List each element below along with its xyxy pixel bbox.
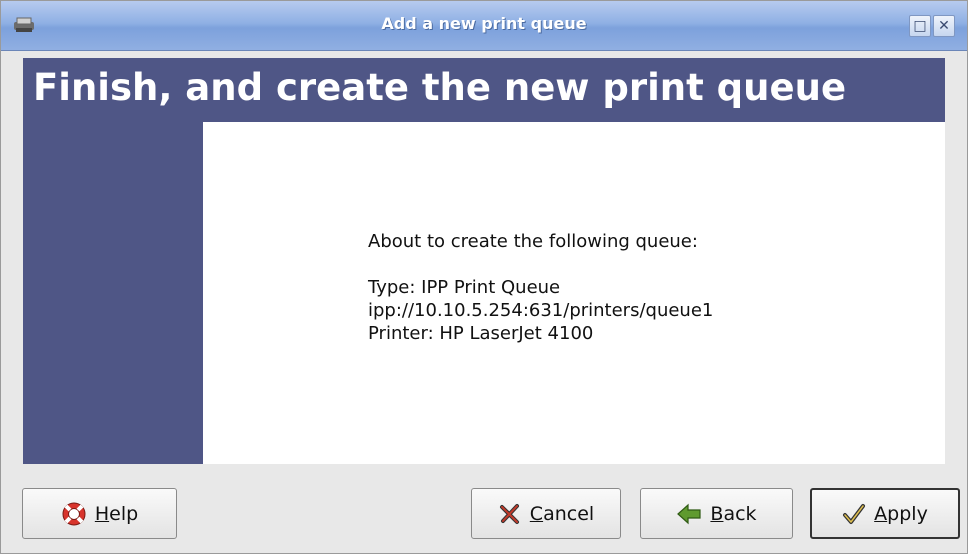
window-title: Add a new print queue — [381, 14, 587, 33]
back-arrow-icon — [677, 503, 702, 524]
cancel-label: Cancel — [529, 502, 595, 525]
page-title: Finish, and create the new print queue — [33, 66, 847, 109]
help-label: Help — [94, 502, 139, 525]
queue-printer: Printer: HP LaserJet 4100 — [368, 323, 594, 344]
lifebuoy-icon — [62, 502, 86, 525]
apply-label: Apply — [874, 502, 928, 525]
queue-uri: ipp://10.10.5.254:631/printers/queue1 — [368, 300, 714, 321]
queue-type: Type: IPP Print Queue — [368, 277, 561, 298]
title-bar[interactable]: Add a new print queue □ ✕ — [1, 1, 967, 51]
print-queue-dialog: Add a new print queue □ ✕ Finish, and cr… — [0, 0, 968, 554]
help-button[interactable]: Help — [22, 488, 177, 539]
maximize-button[interactable]: □ — [909, 15, 931, 37]
summary-intro: About to create the following queue: — [368, 231, 698, 252]
cancel-button[interactable]: Cancel — [471, 488, 621, 539]
page-banner: Finish, and create the new print queue — [23, 58, 945, 122]
close-button[interactable]: ✕ — [933, 15, 955, 37]
x-icon — [499, 503, 519, 524]
sidebar-panel — [23, 122, 203, 464]
content-area: About to create the following queue: Typ… — [203, 122, 945, 464]
queue-summary: About to create the following queue: Typ… — [368, 230, 713, 345]
back-label: Back — [710, 502, 757, 525]
checkmark-icon — [843, 503, 866, 524]
back-button[interactable]: Back — [640, 488, 793, 539]
apply-button[interactable]: Apply — [810, 488, 960, 539]
